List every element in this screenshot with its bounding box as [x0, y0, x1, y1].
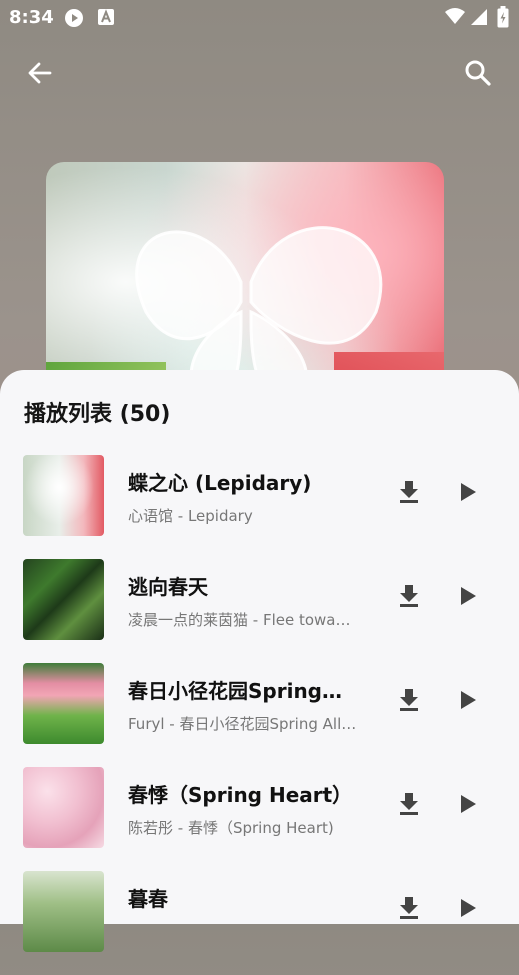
song-thumbnail	[23, 663, 104, 744]
song-subtitle: 心语馆 - Lepidary	[128, 507, 253, 525]
song-row[interactable]: 春日小径花园Spring… Furyl - 春日小径花园Spring All…	[0, 663, 519, 767]
song-subtitle: Furyl - 春日小径花园Spring All…	[128, 715, 357, 733]
song-thumbnail	[23, 871, 104, 952]
play-button[interactable]	[451, 789, 485, 823]
song-thumbnail	[23, 559, 104, 640]
song-title: 暮春	[128, 887, 168, 911]
download-button[interactable]	[392, 581, 426, 615]
battery-icon	[497, 6, 509, 32]
song-row[interactable]: 暮春	[0, 871, 519, 975]
download-button[interactable]	[392, 893, 426, 927]
song-subtitle: 陈若彤 - 春悸（Spring Heart)	[128, 819, 334, 837]
play-button[interactable]	[451, 477, 485, 511]
song-title: 蝶之心 (Lepidary)	[128, 471, 312, 495]
play-notification-icon	[64, 8, 84, 32]
download-button[interactable]	[392, 685, 426, 719]
download-button[interactable]	[392, 477, 426, 511]
play-button[interactable]	[451, 581, 485, 615]
play-button[interactable]	[451, 685, 485, 719]
play-icon	[460, 899, 476, 921]
song-row[interactable]: 春悸（Spring Heart） 陈若彤 - 春悸（Spring Heart)	[0, 767, 519, 871]
play-button[interactable]	[451, 893, 485, 927]
song-title: 春悸（Spring Heart）	[128, 783, 353, 807]
song-thumbnail	[23, 455, 104, 536]
song-subtitle: 凌晨一点的莱茵猫 - Flee towa…	[128, 611, 351, 629]
playlist-sheet: 播放列表 (50) 蝶之心 (Lepidary) 心语馆 - Lepidary …	[0, 370, 519, 952]
back-button[interactable]	[20, 55, 60, 95]
download-icon	[399, 689, 419, 715]
search-icon	[464, 59, 492, 91]
song-row[interactable]: 蝶之心 (Lepidary) 心语馆 - Lepidary	[0, 455, 519, 559]
song-row[interactable]: 逃向春天 凌晨一点的莱茵猫 - Flee towa…	[0, 559, 519, 663]
status-bar: 8:34	[0, 0, 519, 36]
play-icon	[460, 587, 476, 609]
playlist-title: 播放列表 (50)	[24, 402, 171, 427]
play-icon	[460, 483, 476, 505]
play-icon	[460, 795, 476, 817]
cell-signal-icon	[470, 8, 488, 30]
download-icon	[399, 793, 419, 819]
app-notification-icon	[97, 8, 115, 30]
song-thumbnail	[23, 767, 104, 848]
back-arrow-icon	[27, 60, 53, 90]
download-button[interactable]	[392, 789, 426, 823]
play-icon	[460, 691, 476, 713]
wifi-icon	[444, 7, 466, 29]
download-icon	[399, 897, 419, 923]
search-button[interactable]	[458, 55, 498, 95]
song-title: 逃向春天	[128, 575, 208, 599]
download-icon	[399, 585, 419, 611]
download-icon	[399, 481, 419, 507]
song-title: 春日小径花园Spring…	[128, 679, 342, 703]
status-time: 8:34	[9, 7, 54, 28]
